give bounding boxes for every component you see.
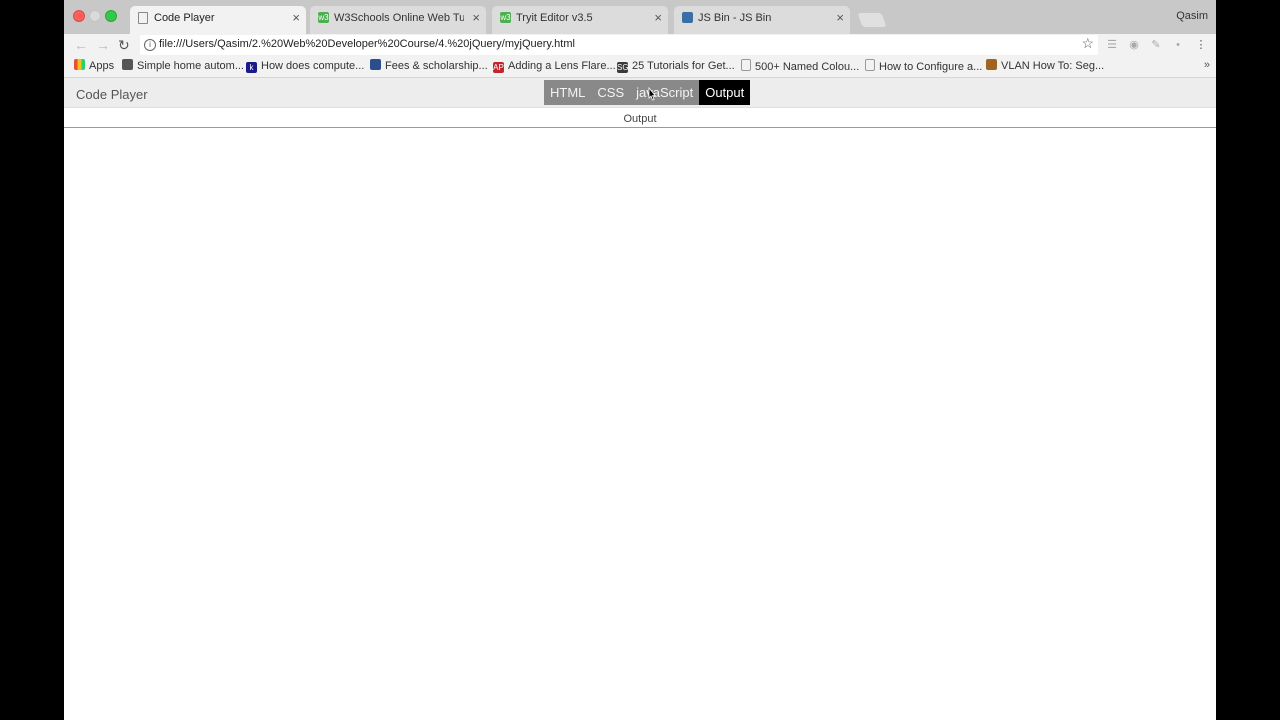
toggle-javascript[interactable]: javaScript (630, 80, 700, 105)
extension-icon[interactable]: ☰ (1105, 38, 1119, 52)
toggle-css[interactable]: CSS (591, 80, 631, 105)
tab-title: Tryit Editor v3.5 (516, 12, 593, 24)
bookmark-item[interactable]: SG 25 Tutorials for Get... (617, 59, 735, 73)
bookmark-item[interactable]: How to Configure a... (865, 59, 982, 74)
bookmark-label: Simple home autom... (137, 60, 244, 72)
browser-window: Code Player × w3 W3Schools Online Web Tu… (64, 0, 1216, 720)
forward-arrow-icon[interactable]: → (96, 35, 110, 55)
bookmark-item[interactable]: 500+ Named Colou... (741, 59, 859, 74)
page-icon (138, 12, 148, 24)
info-icon[interactable]: i (144, 39, 156, 51)
close-icon[interactable]: × (836, 6, 844, 30)
menu-kebab-icon[interactable]: ⋮ (1194, 38, 1208, 52)
close-icon[interactable]: × (472, 6, 480, 30)
output-panel-header: Output (64, 108, 1216, 128)
tab-w3schools[interactable]: w3 W3Schools Online Web Tutorials × (310, 6, 486, 34)
output-panel (64, 128, 1216, 720)
window-close-button[interactable] (73, 10, 85, 22)
bookmark-item[interactable]: Fees & scholarship... (370, 59, 488, 73)
app-topbar: Code Player HTML CSS javaScript Output (64, 78, 1216, 108)
uni-icon (370, 59, 381, 70)
bookmark-label: VLAN How To: Seg... (1001, 60, 1105, 72)
bookmark-item[interactable]: AP Adding a Lens Flare... (493, 59, 616, 73)
bookmark-item[interactable]: VLAN How To: Seg... (986, 59, 1104, 73)
bird-icon (986, 59, 997, 70)
profile-name[interactable]: Qasim (1176, 10, 1208, 22)
w3schools-icon: w3 (500, 12, 511, 23)
browser-toolbar: ← → ↻ i file:///Users/Qasim/2.%20Web%20D… (64, 34, 1216, 56)
window-minimize-button[interactable] (89, 10, 101, 22)
reload-icon[interactable]: ↻ (118, 35, 130, 55)
w3schools-icon: w3 (318, 12, 329, 23)
bookmark-label: Apps (89, 60, 115, 72)
k-icon: k (246, 62, 257, 73)
bookmark-label: 500+ Named Colou... (755, 61, 860, 73)
mouse-cursor-icon (648, 87, 656, 101)
bookmark-star-icon[interactable]: ☆ (1081, 35, 1094, 52)
back-arrow-icon[interactable]: ← (74, 35, 88, 55)
tab-title: Code Player (154, 12, 215, 24)
ap-icon: AP (493, 62, 504, 73)
toggle-output[interactable]: Output (699, 80, 751, 105)
bookmark-label: How to Configure a... (879, 61, 983, 73)
bookmark-apps[interactable]: Apps (74, 59, 114, 73)
toggle-html[interactable]: HTML (544, 80, 592, 105)
app-logo: Code Player (76, 87, 148, 102)
person-icon (122, 59, 133, 70)
tab-strip: Code Player × w3 W3Schools Online Web Tu… (64, 0, 1216, 34)
jsbin-icon (682, 12, 693, 23)
window-maximize-button[interactable] (105, 10, 117, 22)
apps-grid-icon (74, 59, 85, 70)
ebay-icon[interactable]: • (1171, 38, 1185, 52)
page-icon (741, 59, 751, 71)
sg-icon: SG (617, 62, 629, 73)
bookmark-item[interactable]: k How does compute... (246, 59, 364, 73)
bookmark-label: Adding a Lens Flare... (508, 60, 616, 72)
url-text[interactable]: file:///Users/Qasim/2.%20Web%20Developer… (159, 38, 575, 50)
tab-title: JS Bin - JS Bin (698, 12, 772, 24)
bookmarks-more-chevron-icon[interactable]: » (1204, 59, 1210, 71)
tab-js-bin[interactable]: JS Bin - JS Bin × (674, 6, 850, 34)
close-icon[interactable]: × (292, 6, 300, 30)
close-icon[interactable]: × (654, 6, 662, 30)
page-icon (865, 59, 875, 71)
bookmarks-bar: Apps Simple home autom... k How does comp… (64, 56, 1216, 78)
tab-title: W3Schools Online Web Tutorials (334, 12, 464, 24)
bookmark-label: 25 Tutorials for Get... (632, 60, 735, 72)
bookmark-item[interactable]: Simple home autom... (122, 59, 244, 73)
address-bar[interactable]: i file:///Users/Qasim/2.%20Web%20Develop… (140, 35, 1098, 55)
bookmark-label: Fees & scholarship... (385, 60, 488, 72)
eyedropper-icon[interactable]: ✎ (1149, 38, 1163, 52)
bookmark-label: How does compute... (261, 60, 365, 72)
globe-icon[interactable]: ◉ (1127, 38, 1141, 52)
tab-tryit-editor[interactable]: w3 Tryit Editor v3.5 × (492, 6, 668, 34)
new-tab-button[interactable] (857, 13, 887, 27)
tab-code-player[interactable]: Code Player × (130, 6, 306, 34)
